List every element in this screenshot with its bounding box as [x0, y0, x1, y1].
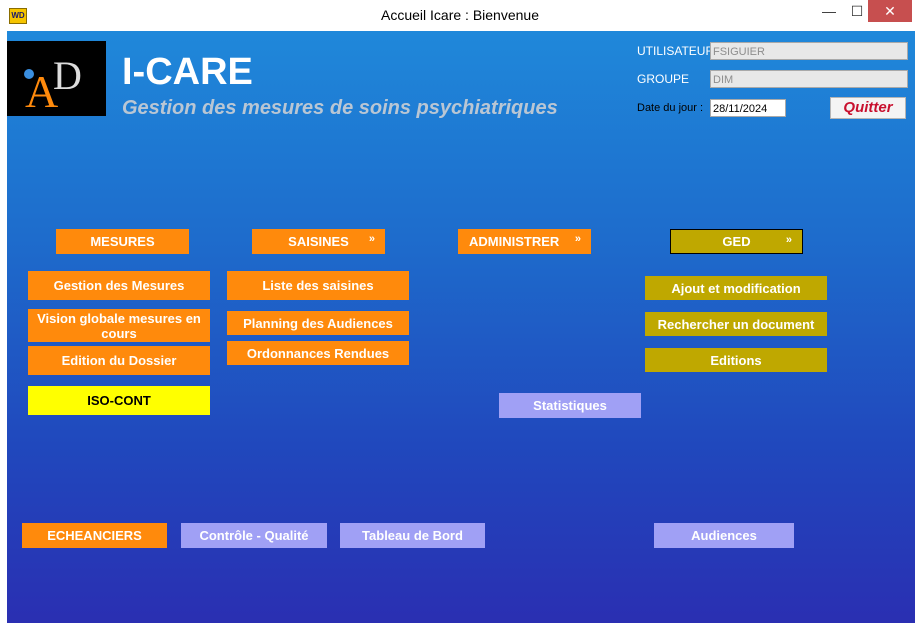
date-label: Date du jour : [637, 102, 704, 114]
app-subtitle: Gestion des mesures de soins psychiatriq… [122, 97, 558, 119]
saisines-header-label: SAISINES [288, 234, 349, 249]
echeanciers-button[interactable]: ECHEANCIERS [22, 523, 167, 548]
mesures-menu-header[interactable]: MESURES [56, 229, 189, 254]
user-field[interactable]: FSIGUIER [710, 42, 908, 60]
tableau-de-bord-button[interactable]: Tableau de Bord [340, 523, 485, 548]
ad-logo: A D [7, 41, 106, 117]
ged-header-label: GED [722, 234, 751, 249]
planning-audiences-button[interactable]: Planning des Audiences [227, 311, 409, 335]
window-title: Accueil Icare : Bienvenue [381, 7, 539, 23]
audiences-button[interactable]: Audiences [654, 523, 794, 548]
quit-button[interactable]: Quitter [830, 97, 906, 119]
double-chevron-down-icon: » [368, 233, 375, 245]
gestion-mesures-button[interactable]: Gestion des Mesures [28, 271, 210, 300]
svg-text:D: D [53, 53, 82, 98]
controle-qualite-button[interactable]: Contrôle - Qualité [181, 523, 327, 548]
liste-saisines-button[interactable]: Liste des saisines [227, 271, 409, 300]
editions-button[interactable]: Editions [645, 348, 827, 372]
main-window: A D I-CARE Gestion des mesures de soins … [7, 31, 915, 623]
ged-menu-header[interactable]: GED » [670, 229, 803, 254]
ordonnances-rendues-button[interactable]: Ordonnances Rendues [227, 341, 409, 365]
close-button[interactable]: ✕ [868, 0, 912, 22]
rechercher-document-button[interactable]: Rechercher un document [645, 312, 827, 336]
user-label: UTILISATEUR [637, 44, 715, 58]
saisines-menu-header[interactable]: SAISINES » [252, 229, 385, 254]
administrer-menu-header[interactable]: ADMINISTRER » [458, 229, 591, 254]
group-field[interactable]: DIM [710, 70, 908, 88]
mesures-header-label: MESURES [90, 234, 155, 249]
title-bar: WD Accueil Icare : Bienvenue — ☐ ✕ [0, 0, 920, 31]
ajout-modification-button[interactable]: Ajout et modification [645, 276, 827, 300]
vision-globale-button[interactable]: Vision globale mesures en cours [28, 309, 210, 342]
app-name: I-CARE [122, 51, 253, 93]
double-chevron-down-icon: » [574, 233, 581, 245]
iso-cont-button[interactable]: ISO-CONT [28, 386, 210, 415]
date-field[interactable]: 28/11/2024 [710, 99, 786, 117]
edition-dossier-button[interactable]: Edition du Dossier [28, 346, 210, 375]
administrer-header-label: ADMINISTRER [469, 234, 560, 249]
group-label: GROUPE [637, 72, 690, 86]
statistiques-button[interactable]: Statistiques [499, 393, 641, 418]
double-chevron-down-icon: » [785, 234, 792, 246]
